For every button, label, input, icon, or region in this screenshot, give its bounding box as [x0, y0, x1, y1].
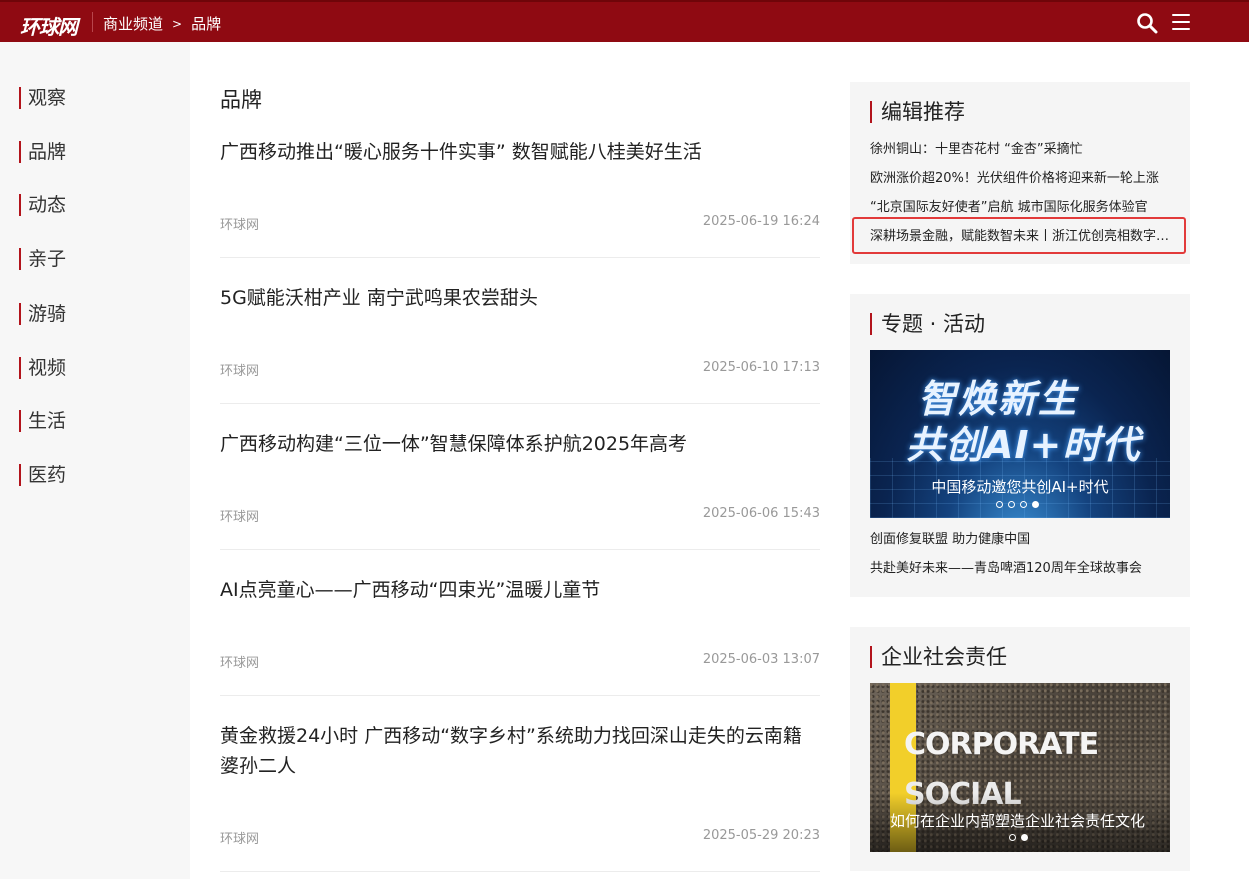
carousel-dots: [996, 501, 1039, 508]
article-source: 环球网: [220, 656, 260, 671]
carousel-dot-active[interactable]: [1032, 501, 1039, 508]
nav-item-observe[interactable]: 观察: [19, 87, 66, 109]
editor-pick-link[interactable]: 欧洲涨价超20%！光伏组件价格将迎来新一轮上涨: [870, 167, 1170, 186]
nav-item-riding[interactable]: 游骑: [19, 303, 66, 325]
article-item: AI点亮童心——广西移动“四束光”温暖儿童节 环球网 2025-06-03 13…: [220, 575, 820, 696]
header-divider: [92, 12, 93, 32]
csr-banner[interactable]: CORPORATE SOCIAL 如何在企业内部塑造企业社会责任文化: [870, 683, 1170, 852]
carousel-dot-active[interactable]: [1021, 834, 1028, 841]
article-item: 5G赋能沃柑产业 南宁武鸣果农尝甜头 环球网 2025-06-10 17:13: [220, 283, 820, 404]
carousel-dot[interactable]: [1009, 834, 1016, 841]
csr-panel: 企业社会责任 CORPORATE SOCIAL 如何在企业内部塑造企业社会责任文…: [850, 627, 1190, 871]
topic-banner[interactable]: 智焕新生 共创AI+时代 中国移动邀您共创AI+时代: [870, 350, 1170, 518]
article-item: 广西移动构建“三位一体”智慧保障体系护航2025年高考 环球网 2025-06-…: [220, 429, 820, 550]
search-icon[interactable]: [1136, 12, 1158, 34]
carousel-dot[interactable]: [996, 501, 1003, 508]
article-item: 广西移动推出“暖心服务十件实事” 数智赋能八桂美好生活 环球网 2025-06-…: [220, 137, 820, 258]
topic-link[interactable]: 创面修复联盟 助力健康中国: [870, 528, 1170, 547]
nav-item-brand[interactable]: 品牌: [19, 141, 66, 163]
article-source: 环球网: [220, 510, 260, 525]
article-item: 黄金救援24小时 广西移动“数字乡村”系统助力找回深山走失的云南籍婆孙二人 环球…: [220, 721, 820, 872]
article-date: 2025-06-06 15:43: [702, 506, 820, 521]
nav-item-family[interactable]: 亲子: [19, 248, 66, 270]
article-date: 2025-06-10 17:13: [702, 360, 820, 375]
carousel-dot[interactable]: [1008, 501, 1015, 508]
article-date: 2025-06-19 16:24: [702, 214, 820, 229]
nav-item-medicine[interactable]: 医药: [19, 464, 66, 486]
article-date: 2025-05-29 20:23: [702, 828, 820, 843]
top-bar: 环球网 商业频道 > 品牌: [0, 0, 1249, 42]
editor-pick-link[interactable]: 徐州铜山：十里杏花村 “金杏”采摘忙: [870, 138, 1170, 157]
article-source: 环球网: [220, 364, 260, 379]
banner-headline-2: 共创AI+时代: [906, 423, 1141, 467]
article-source: 环球网: [220, 832, 260, 847]
article-title[interactable]: AI点亮童心——广西移动“四束光”温暖儿童节: [220, 575, 820, 605]
editor-pick-link[interactable]: “北京国际友好使者”启航 城市国际化服务体验官: [870, 196, 1170, 215]
breadcrumb-channel[interactable]: 商业频道: [103, 13, 163, 34]
carousel-dots: [1009, 834, 1028, 841]
article-source: 环球网: [220, 218, 260, 233]
nav-item-life[interactable]: 生活: [19, 410, 66, 432]
carousel-dot[interactable]: [1020, 501, 1027, 508]
article-title[interactable]: 5G赋能沃柑产业 南宁武鸣果农尝甜头: [220, 283, 820, 313]
article-title[interactable]: 广西移动推出“暖心服务十件实事” 数智赋能八桂美好生活: [220, 137, 820, 167]
nav-item-news[interactable]: 动态: [19, 194, 66, 216]
topic-link[interactable]: 共赴美好未来——青岛啤酒120周年全球故事会: [870, 557, 1170, 576]
editor-pick-link[interactable]: 深耕场景金融，赋能数智未来丨浙江优创亮相数字金融大会: [870, 225, 1170, 244]
article-title[interactable]: 广西移动构建“三位一体”智慧保障体系护航2025年高考: [220, 429, 820, 459]
editor-picks-title: 编辑推荐: [870, 101, 965, 123]
topics-panel: 专题 · 活动 智焕新生 共创AI+时代 中国移动邀您共创AI+时代 创面修复联…: [850, 294, 1190, 597]
banner-caption: 中国移动邀您共创AI+时代: [931, 478, 1109, 496]
nav-item-video[interactable]: 视频: [19, 357, 66, 379]
topics-title: 专题 · 活动: [870, 313, 985, 335]
menu-icon[interactable]: [1172, 14, 1190, 32]
breadcrumb: 商业频道 > 品牌: [103, 13, 221, 34]
article-title[interactable]: 黄金救援24小时 广西移动“数字乡村”系统助力找回深山走失的云南籍婆孙二人: [220, 721, 820, 781]
editor-picks-panel: 编辑推荐 徐州铜山：十里杏花村 “金杏”采摘忙 欧洲涨价超20%！光伏组件价格将…: [850, 82, 1190, 264]
banner-caption: 如何在企业内部塑造企业社会责任文化: [890, 812, 1146, 830]
page-title: 品牌: [220, 88, 262, 112]
breadcrumb-current[interactable]: 品牌: [191, 13, 221, 34]
banner-word-corporate: CORPORATE: [904, 727, 1099, 762]
breadcrumb-separator: >: [172, 16, 183, 31]
article-date: 2025-06-03 13:07: [702, 652, 820, 667]
site-logo[interactable]: 环球网: [20, 11, 78, 40]
left-nav: 观察 品牌 动态 亲子 游骑 视频 生活 医药: [0, 42, 190, 879]
csr-title: 企业社会责任: [870, 646, 1007, 668]
